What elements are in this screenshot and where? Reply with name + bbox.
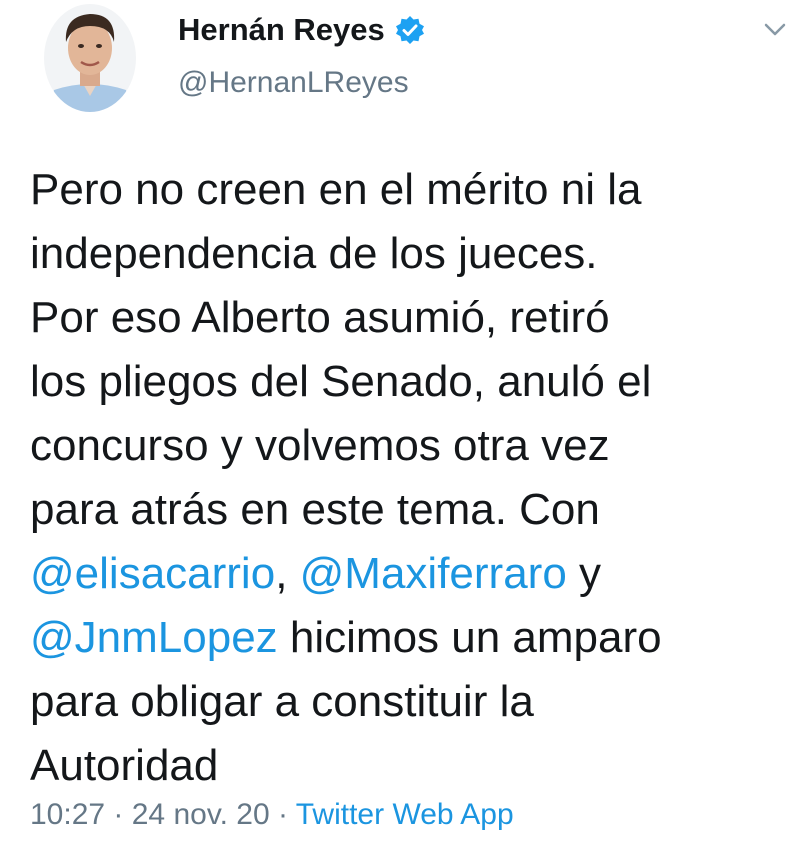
tweet-line: concurso y volvemos otra vez	[30, 421, 610, 470]
tweet-metadata: 10:27 · 24 nov. 20 · Twitter Web App	[30, 798, 514, 832]
mention-link[interactable]: @JnmLopez	[30, 613, 278, 662]
meta-separator: ·	[269, 798, 296, 831]
avatar[interactable]	[44, 4, 136, 112]
tweet-line: Por eso Alberto asumió, retiró	[30, 293, 610, 342]
tweet-line: @JnmLopez hicimos un amparo	[30, 606, 790, 670]
tweet-line: para obligar a constituir la	[30, 677, 534, 726]
separator-text: ,	[275, 549, 300, 598]
verified-badge-icon	[395, 15, 425, 45]
tweet-text-fragment: hicimos un amparo	[277, 613, 662, 662]
chevron-down-icon[interactable]	[760, 14, 790, 44]
tweet-line: independencia de los jueces.	[30, 229, 598, 278]
meta-separator: ·	[105, 798, 132, 831]
tweet-card: Hernán Reyes @HernanLReyes Pero no creen…	[0, 0, 800, 852]
separator-text: y	[566, 549, 602, 598]
mention-link[interactable]: @elisacarrio	[30, 549, 275, 598]
tweet-line: para atrás en este tema. Con	[30, 485, 600, 534]
tweet-source-link[interactable]: Twitter Web App	[296, 798, 514, 831]
display-name[interactable]: Hernán Reyes	[178, 12, 385, 48]
profile-photo	[44, 4, 136, 112]
tweet-time[interactable]: 10:27	[30, 798, 105, 831]
tweet-text: Pero no creen en el mérito ni la indepen…	[30, 158, 790, 798]
tweet-date[interactable]: 24 nov. 20	[132, 798, 270, 831]
tweet-line: Pero no creen en el mérito ni la	[30, 165, 642, 214]
tweet-line: los pliegos del Senado, anuló el	[30, 357, 652, 406]
mention-link[interactable]: @Maxiferraro	[300, 549, 567, 598]
tweet-line: @elisacarrio, @Maxiferraro y	[30, 542, 790, 606]
author-name-row: Hernán Reyes	[178, 10, 425, 50]
user-handle[interactable]: @HernanLReyes	[178, 66, 409, 100]
tweet-line: Autoridad	[30, 741, 219, 790]
